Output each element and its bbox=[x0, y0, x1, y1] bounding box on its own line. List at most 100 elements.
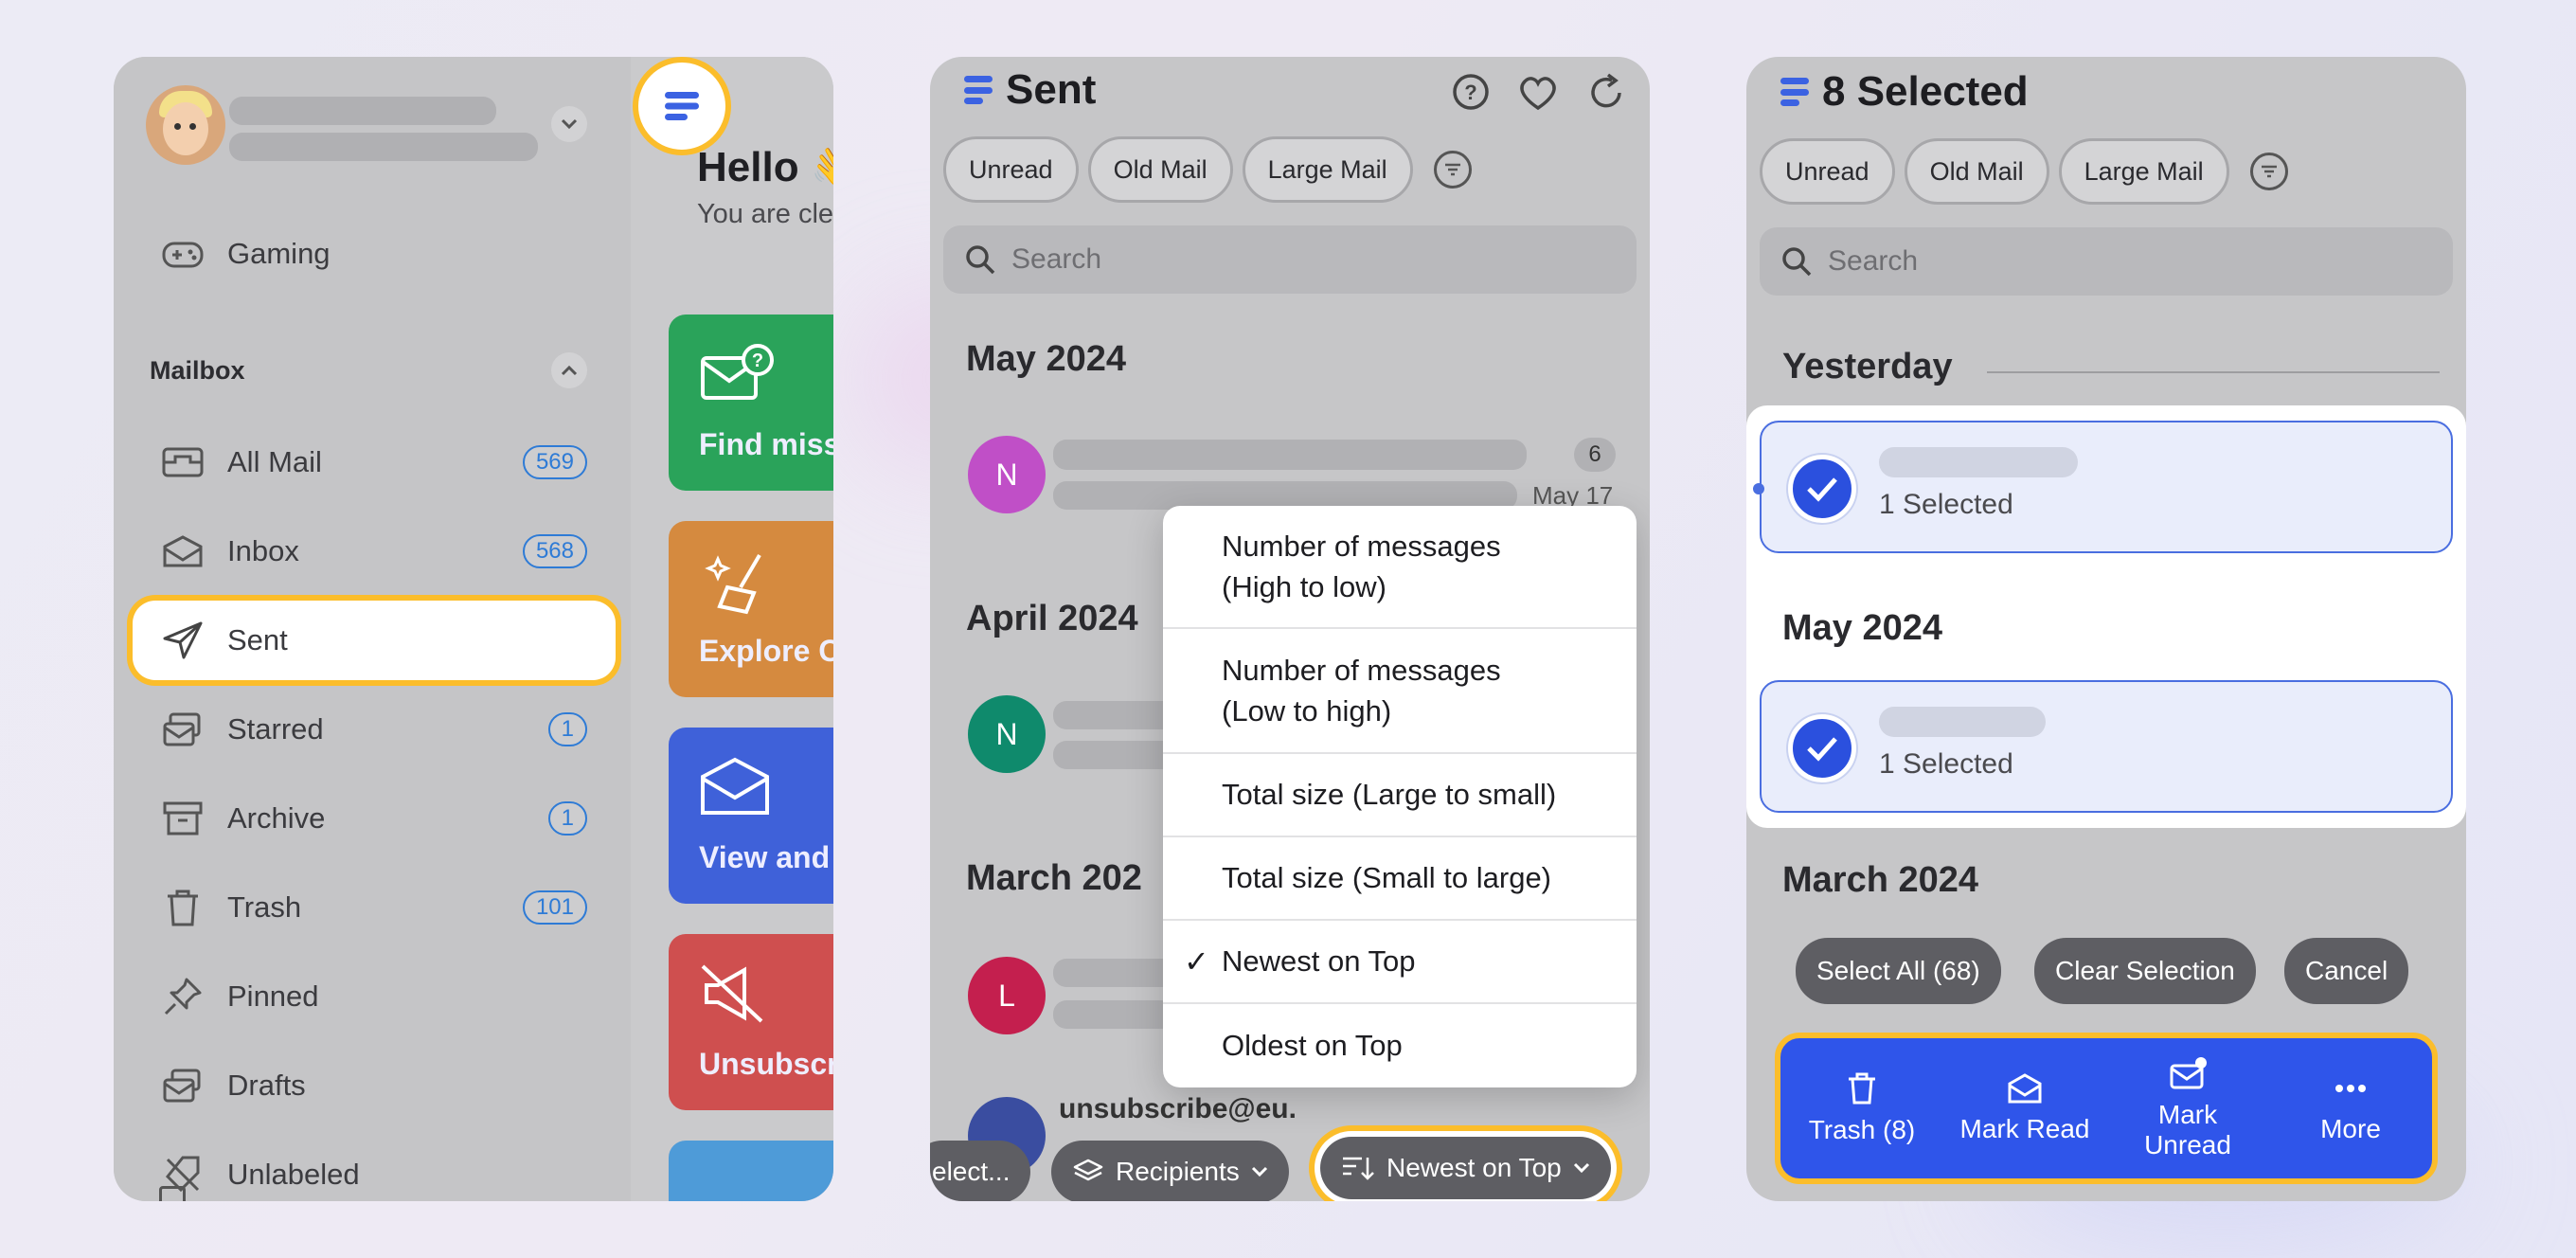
sidebar-item-unlabeled[interactable]: Unlabeled bbox=[150, 1135, 610, 1201]
chip-old-mail[interactable]: Old Mail bbox=[1904, 138, 2049, 205]
sort-button[interactable]: Newest on Top bbox=[1320, 1137, 1611, 1199]
sort-option-label: Number of messages (High to low) bbox=[1222, 529, 1501, 603]
sidebar-item-inbox[interactable]: Inbox 568 bbox=[150, 512, 610, 591]
checkmark-icon[interactable] bbox=[1788, 455, 1856, 523]
sidebar-item-trash[interactable]: Trash 101 bbox=[150, 868, 610, 947]
action-label: More bbox=[2320, 1113, 2381, 1143]
trash-action-button[interactable]: Trash (8) bbox=[1786, 1071, 1938, 1145]
group-header: May 2024 bbox=[1782, 608, 1943, 648]
select-button[interactable]: elect... bbox=[930, 1141, 1031, 1201]
sort-option-label: Total size (Small to large) bbox=[1222, 861, 1552, 895]
subject-placeholder bbox=[1879, 447, 2078, 477]
more-icon bbox=[2335, 1084, 2366, 1092]
sidebar-item-label: All Mail bbox=[227, 445, 322, 478]
menu-toggle-button[interactable] bbox=[633, 57, 731, 155]
checkmark-icon[interactable] bbox=[1788, 714, 1856, 782]
sidebar-item-drafts[interactable]: Drafts bbox=[150, 1046, 610, 1125]
drafts-icon bbox=[159, 1062, 206, 1109]
preview-placeholder bbox=[1053, 1000, 1176, 1029]
clear-selection-button[interactable]: Clear Selection bbox=[2034, 938, 2256, 1004]
more-actions-button[interactable]: More bbox=[2275, 1072, 2426, 1144]
envelope-dot-icon bbox=[2170, 1056, 2207, 1089]
tile-more[interactable] bbox=[669, 1141, 833, 1201]
inbox-icon bbox=[159, 528, 206, 575]
search-input[interactable]: Search bbox=[1760, 227, 2453, 296]
selected-group-card[interactable]: 1 Selected bbox=[1760, 680, 2453, 813]
mark-read-button[interactable]: Mark Read bbox=[1949, 1072, 2101, 1144]
sort-option-label: Newest on Top bbox=[1222, 944, 1416, 979]
mail-question-icon: ? bbox=[701, 344, 774, 400]
action-label: Trash (8) bbox=[1808, 1114, 1916, 1144]
layers-icon bbox=[1073, 1159, 1103, 1181]
sidebar-item-starred[interactable]: Starred 1 bbox=[150, 690, 610, 769]
sidebar: Gaming Mailbox All Mail 569 Inbox 568 Se… bbox=[114, 57, 631, 1201]
all-mail-icon bbox=[159, 439, 206, 486]
sidebar-item-label: Unlabeled bbox=[227, 1158, 360, 1191]
tile-find-missing[interactable]: ? Find miss bbox=[669, 314, 833, 491]
avatar: N bbox=[968, 695, 1046, 773]
recipients-button[interactable]: Recipients bbox=[1051, 1141, 1289, 1201]
select-all-button[interactable]: Select All (68) bbox=[1796, 938, 2001, 1004]
sort-option[interactable]: Total size (Large to small) bbox=[1163, 754, 1637, 837]
sidebar-item-label: Inbox bbox=[227, 534, 299, 567]
group-header: March 2024 bbox=[1782, 860, 1979, 900]
unread-dot bbox=[1753, 483, 1764, 494]
archive-icon bbox=[159, 795, 206, 842]
page-title-text: Sent bbox=[1006, 66, 1097, 113]
tile-label: Unsubscri bbox=[699, 1047, 833, 1081]
sidebar-item-archive[interactable]: Archive 1 bbox=[150, 779, 610, 858]
sidebar-item-label: Gaming bbox=[227, 237, 331, 270]
selected-group-card[interactable]: 1 Selected bbox=[1753, 421, 2453, 553]
sort-option[interactable]: Total size (Small to large) bbox=[1163, 837, 1637, 921]
selection-count: 1 Selected bbox=[1879, 489, 2013, 520]
account-switch-button[interactable] bbox=[551, 106, 587, 142]
sort-option-label: Number of messages (Low to high) bbox=[1222, 653, 1501, 728]
chip-large-mail[interactable]: Large Mail bbox=[2058, 138, 2229, 205]
selection-count: 1 Selected bbox=[1879, 748, 2013, 780]
tile-unsubscribe[interactable]: Unsubscri bbox=[669, 934, 833, 1110]
sort-option[interactable]: Number of messages (High to low) bbox=[1163, 506, 1637, 629]
search-input[interactable]: Search bbox=[943, 225, 1637, 294]
tile-label: View and bbox=[699, 840, 831, 874]
avatar[interactable] bbox=[146, 85, 225, 165]
sidebar-item-pinned[interactable]: Pinned bbox=[150, 957, 610, 1036]
filter-icon[interactable] bbox=[1433, 151, 1472, 189]
greeting-subtitle: You are cle bbox=[697, 199, 833, 229]
refresh-icon[interactable] bbox=[1587, 72, 1625, 112]
page-title-text: 8 Selected bbox=[1822, 68, 2029, 115]
mailbox-collapse-button[interactable] bbox=[551, 352, 587, 388]
sort-option[interactable]: Number of messages (Low to high) bbox=[1163, 629, 1637, 754]
sort-menu: Number of messages (High to low) Number … bbox=[1163, 506, 1637, 1087]
heart-icon[interactable] bbox=[1517, 74, 1559, 112]
chevron-up-icon bbox=[561, 365, 578, 376]
page-title: Sent bbox=[964, 66, 1096, 114]
sidebar-item-gaming[interactable]: Gaming bbox=[150, 214, 610, 294]
sidebar-panel: Gaming Mailbox All Mail 569 Inbox 568 Se… bbox=[114, 57, 833, 1201]
count-badge: 101 bbox=[522, 890, 587, 925]
tile-explore[interactable]: Explore C bbox=[669, 521, 833, 697]
chip-unread[interactable]: Unread bbox=[943, 136, 1079, 203]
greeting-title: Hello 👋 bbox=[697, 144, 833, 190]
filter-icon[interactable] bbox=[2249, 153, 2288, 190]
tile-view[interactable]: View and bbox=[669, 728, 833, 904]
filter-chips: Unread Old Mail Large Mail bbox=[1760, 138, 2288, 205]
megaphone-off-icon bbox=[701, 964, 763, 1023]
sidebar-item-sent[interactable]: Sent bbox=[133, 601, 616, 680]
pin-icon bbox=[159, 973, 206, 1020]
chip-large-mail[interactable]: Large Mail bbox=[1242, 136, 1413, 203]
sidebar-item-label: Sent bbox=[227, 623, 288, 656]
svg-text:?: ? bbox=[752, 350, 763, 371]
sidebar-item-all-mail[interactable]: All Mail 569 bbox=[150, 422, 610, 502]
help-icon[interactable]: ? bbox=[1451, 72, 1491, 112]
cancel-button[interactable]: Cancel bbox=[2284, 938, 2409, 1004]
chip-unread[interactable]: Unread bbox=[1760, 138, 1895, 205]
count-badge: 1 bbox=[547, 801, 587, 836]
mark-unread-button[interactable]: Mark Unread bbox=[2112, 1056, 2263, 1160]
avatar: N bbox=[968, 436, 1046, 513]
sort-option[interactable]: Oldest on Top bbox=[1163, 1004, 1637, 1087]
chip-old-mail[interactable]: Old Mail bbox=[1087, 136, 1233, 203]
page-title: 8 Selected bbox=[1780, 68, 2029, 116]
sort-option-selected[interactable]: ✓ Newest on Top bbox=[1163, 921, 1637, 1004]
filter-chips: Unread Old Mail Large Mail bbox=[943, 136, 1472, 203]
group-header: April 2024 bbox=[966, 599, 1138, 638]
